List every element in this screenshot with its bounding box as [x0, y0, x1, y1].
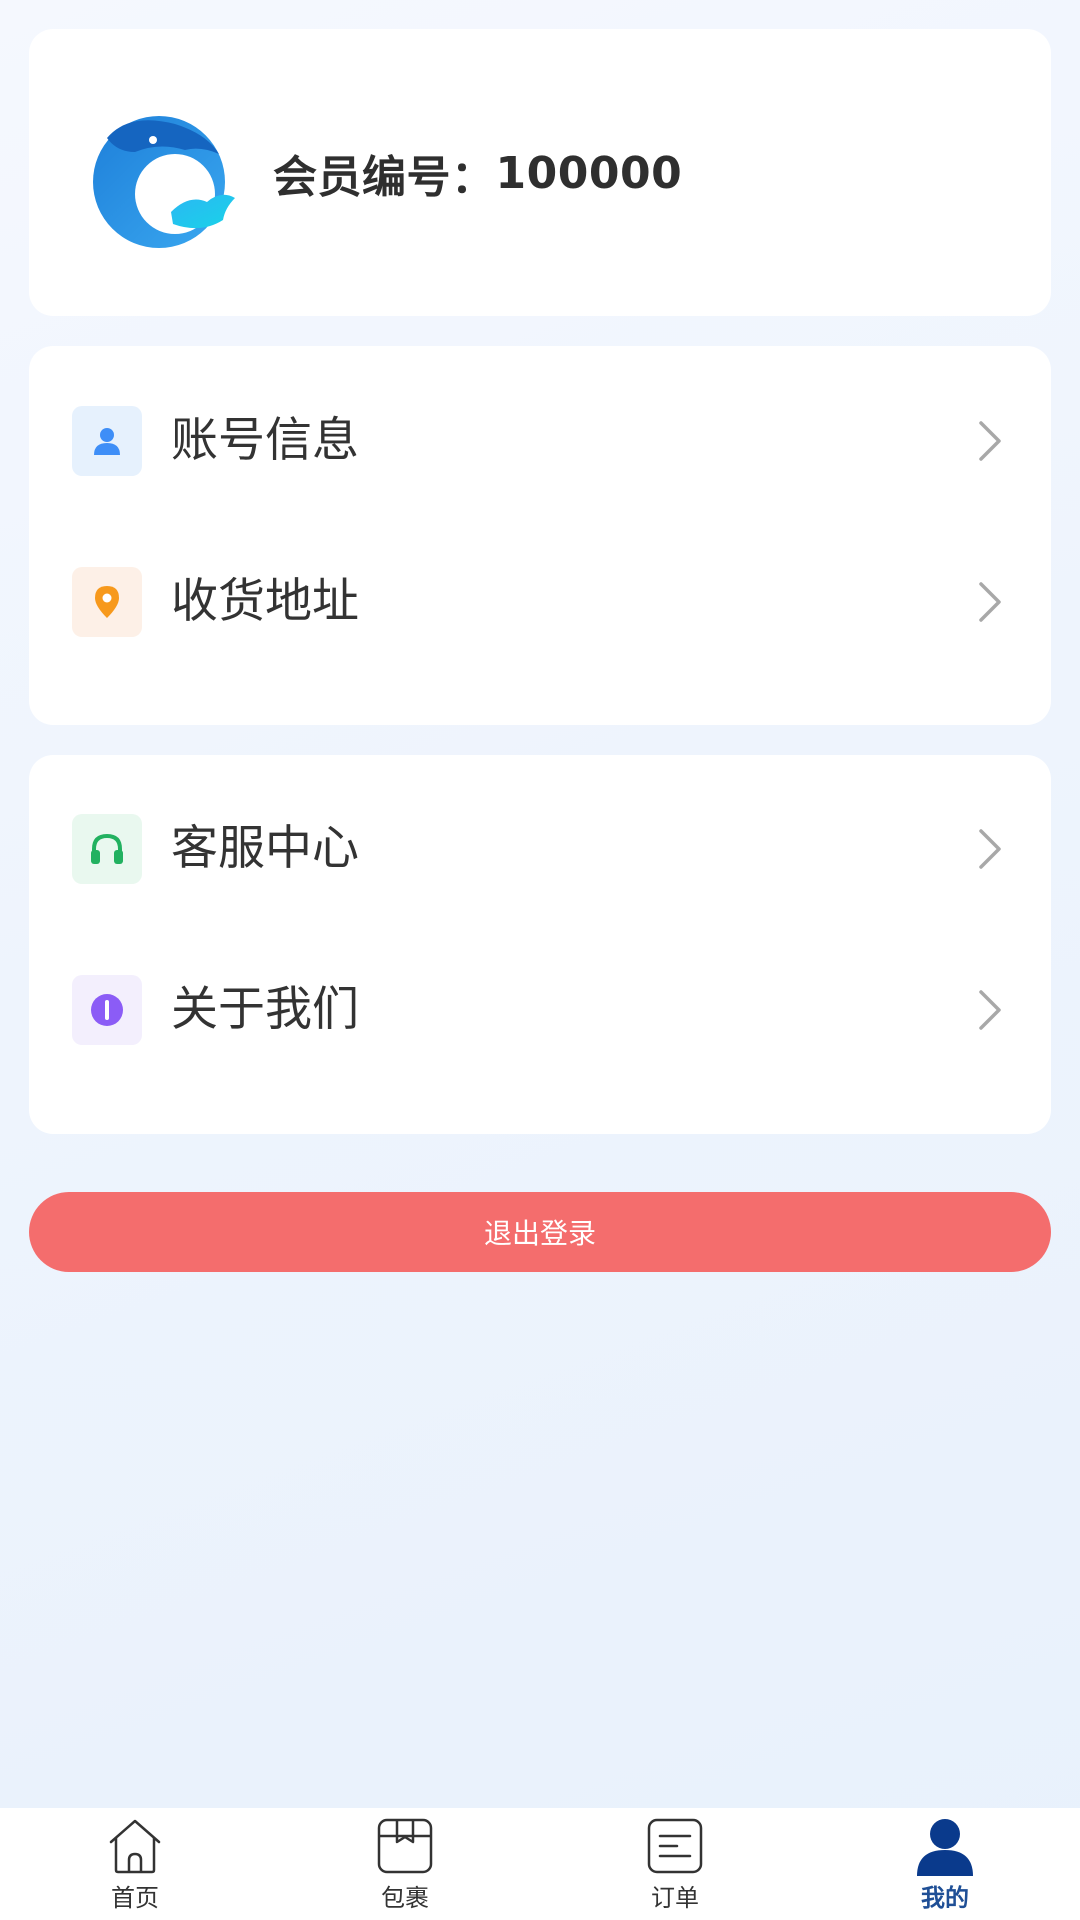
tab-packages[interactable]: 包裹 [270, 1808, 540, 1920]
tab-label: 包裹 [381, 1884, 429, 1912]
tab-label: 我的 [921, 1884, 969, 1912]
chevron-right-icon [979, 829, 1001, 869]
package-icon [377, 1818, 433, 1874]
tab-orders[interactable]: 订单 [540, 1808, 810, 1920]
info-icon [72, 975, 142, 1045]
bottom-tab-bar: 首页 包裹 订单 我的 [0, 1808, 1080, 1920]
menu-item-label: 关于我们 [171, 982, 359, 1037]
tab-label: 订单 [651, 1884, 699, 1912]
location-pin-icon [72, 567, 142, 637]
menu-item-label: 账号信息 [171, 413, 359, 468]
dolphin-logo-icon [93, 116, 235, 248]
tab-mine[interactable]: 我的 [810, 1808, 1080, 1920]
menu-item-label: 收货地址 [171, 574, 359, 629]
menu-item-account-info[interactable]: 账号信息 [29, 381, 1051, 501]
menu-item-shipping-address[interactable]: 收货地址 [29, 542, 1051, 662]
member-id-value: 100000 [495, 147, 683, 199]
profile-card: 会员编号： 100000 [29, 29, 1051, 316]
tab-home[interactable]: 首页 [0, 1808, 270, 1920]
member-id-line: 会员编号： 100000 [273, 143, 683, 204]
member-id-label: 会员编号： [273, 152, 496, 203]
headset-icon [72, 814, 142, 884]
chevron-right-icon [979, 421, 1001, 461]
logout-button[interactable]: 退出登录 [29, 1192, 1051, 1272]
account-menu-card: 账号信息 收货地址 [29, 346, 1051, 725]
tab-label: 首页 [111, 1884, 159, 1912]
profile-icon [917, 1819, 973, 1876]
chevron-right-icon [979, 582, 1001, 622]
order-list-icon [647, 1818, 703, 1874]
home-icon [109, 1819, 161, 1874]
menu-item-customer-service[interactable]: 客服中心 [29, 789, 1051, 909]
chevron-right-icon [979, 990, 1001, 1030]
menu-item-about-us[interactable]: 关于我们 [29, 950, 1051, 1070]
menu-item-label: 客服中心 [171, 821, 359, 876]
support-menu-card: 客服中心 关于我们 [29, 755, 1051, 1134]
user-icon [72, 406, 142, 476]
